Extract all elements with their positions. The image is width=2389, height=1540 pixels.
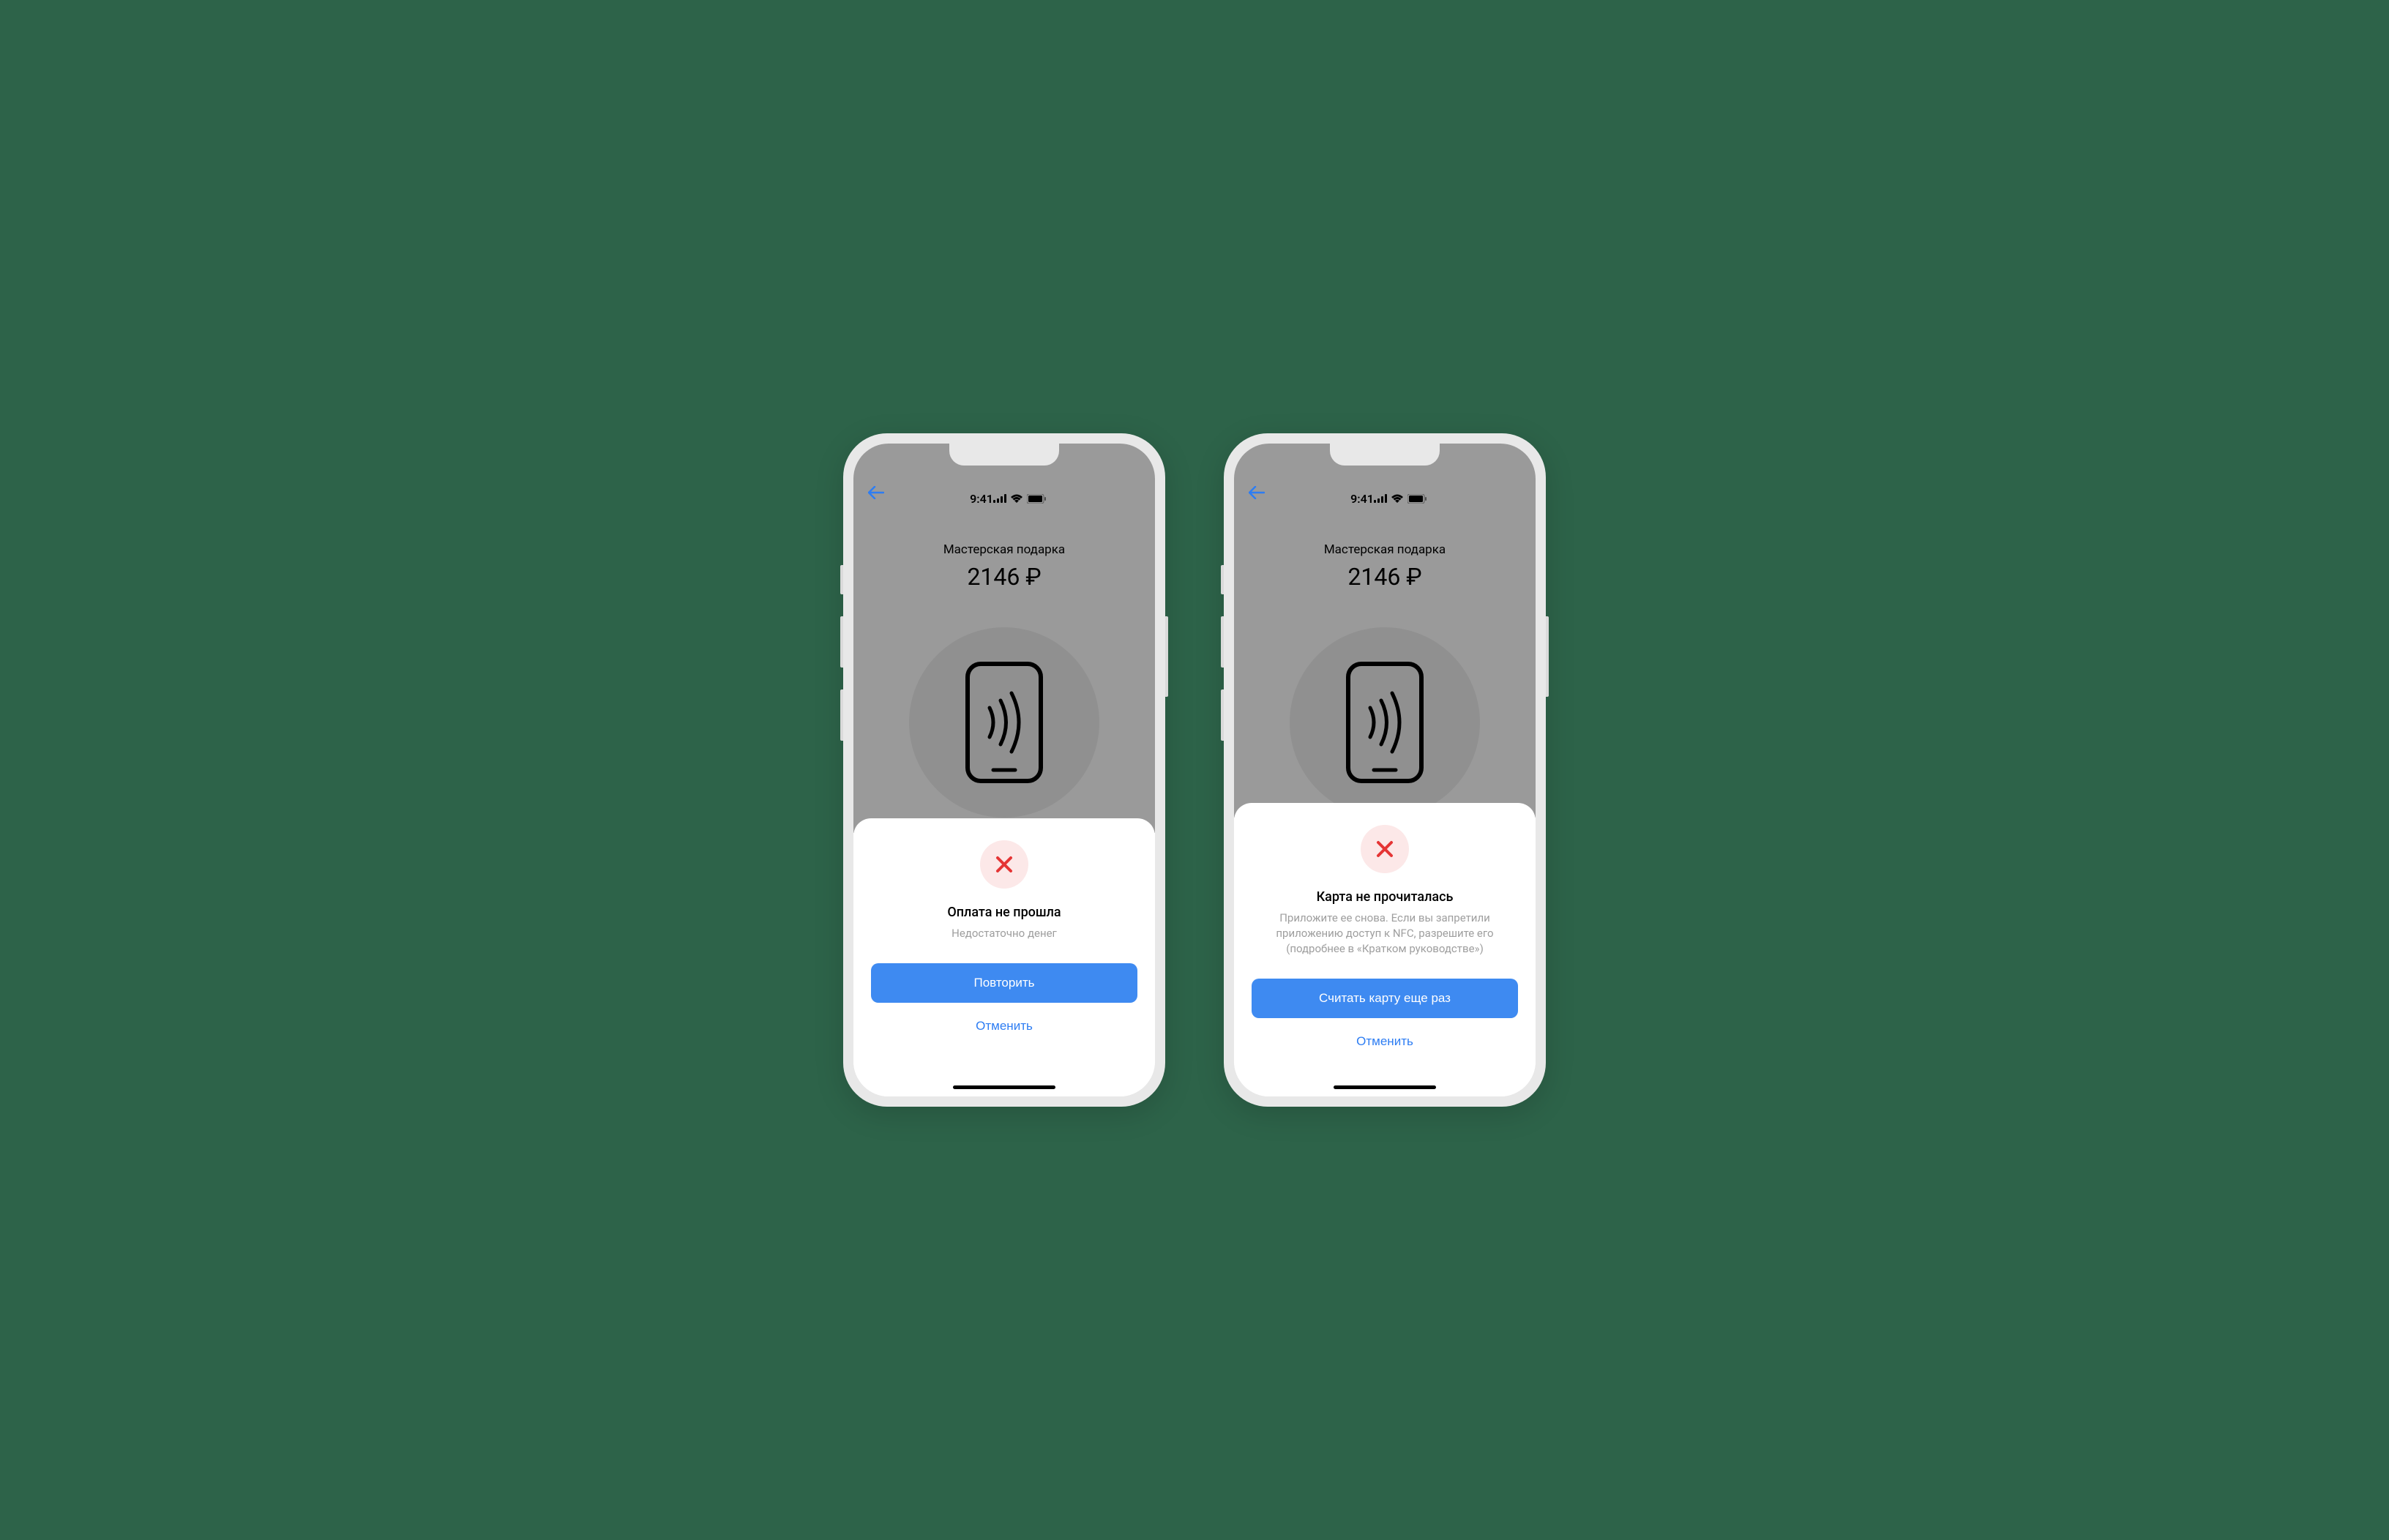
merchant-name: Мастерская подарка <box>1324 542 1446 557</box>
cancel-button[interactable]: Отменить <box>1356 1034 1413 1049</box>
notch <box>949 444 1059 466</box>
nfc-phone-icon <box>960 657 1048 788</box>
status-bar: 9:41 <box>1321 480 1448 517</box>
error-bottom-sheet: Карта не прочиталась Приложите ее снова.… <box>1234 803 1536 1096</box>
status-bar: 9:41 <box>941 480 1068 517</box>
home-indicator[interactable] <box>1334 1085 1436 1089</box>
cellular-icon <box>993 494 1006 503</box>
error-title: Карта не прочиталась <box>1317 889 1454 905</box>
back-button[interactable] <box>868 486 884 502</box>
nfc-indicator <box>909 627 1099 818</box>
phone-mockup-1: 9:41 Мастерская подарка 2146 ₽ <box>843 433 1165 1107</box>
payment-amount: 2146 ₽ <box>967 563 1041 591</box>
payment-backdrop: 9:41 Мастерская подарка 2146 ₽ <box>1234 444 1536 818</box>
cancel-button[interactable]: Отменить <box>976 1019 1033 1033</box>
battery-icon <box>1027 494 1046 504</box>
close-icon <box>995 855 1014 874</box>
phone-mockup-2: 9:41 Мастерская подарка 2146 ₽ <box>1224 433 1546 1107</box>
error-subtitle: Приложите ее снова. Если вы запретили пр… <box>1252 911 1518 957</box>
error-subtitle: Недостаточно денег <box>944 926 1064 941</box>
wifi-icon <box>1391 494 1403 503</box>
home-indicator[interactable] <box>953 1085 1055 1089</box>
error-title: Оплата не прошла <box>947 905 1061 920</box>
payment-amount: 2146 ₽ <box>1347 563 1421 591</box>
notch <box>1330 444 1440 466</box>
merchant-name: Мастерская подарка <box>943 542 1065 557</box>
nfc-indicator <box>1290 627 1480 818</box>
retry-button[interactable]: Повторить <box>871 963 1137 1003</box>
back-button[interactable] <box>1249 486 1265 502</box>
nfc-phone-icon <box>1341 657 1429 788</box>
status-icons <box>993 494 1046 504</box>
read-card-again-button[interactable]: Считать карту еще раз <box>1252 979 1518 1018</box>
wifi-icon <box>1011 494 1022 503</box>
back-arrow-icon <box>1249 486 1265 499</box>
status-time: 9:41 <box>970 492 993 506</box>
battery-icon <box>1407 494 1427 504</box>
close-icon <box>1375 840 1394 859</box>
error-icon-circle <box>1361 825 1409 873</box>
status-time: 9:41 <box>1350 492 1374 506</box>
error-bottom-sheet: Оплата не прошла Недостаточно денег Повт… <box>853 818 1155 1096</box>
status-icons <box>1374 494 1427 504</box>
error-icon-circle <box>980 840 1028 889</box>
cellular-icon <box>1374 494 1387 503</box>
back-arrow-icon <box>868 486 884 499</box>
payment-backdrop: 9:41 Мастерская подарка 2146 ₽ <box>853 444 1155 833</box>
